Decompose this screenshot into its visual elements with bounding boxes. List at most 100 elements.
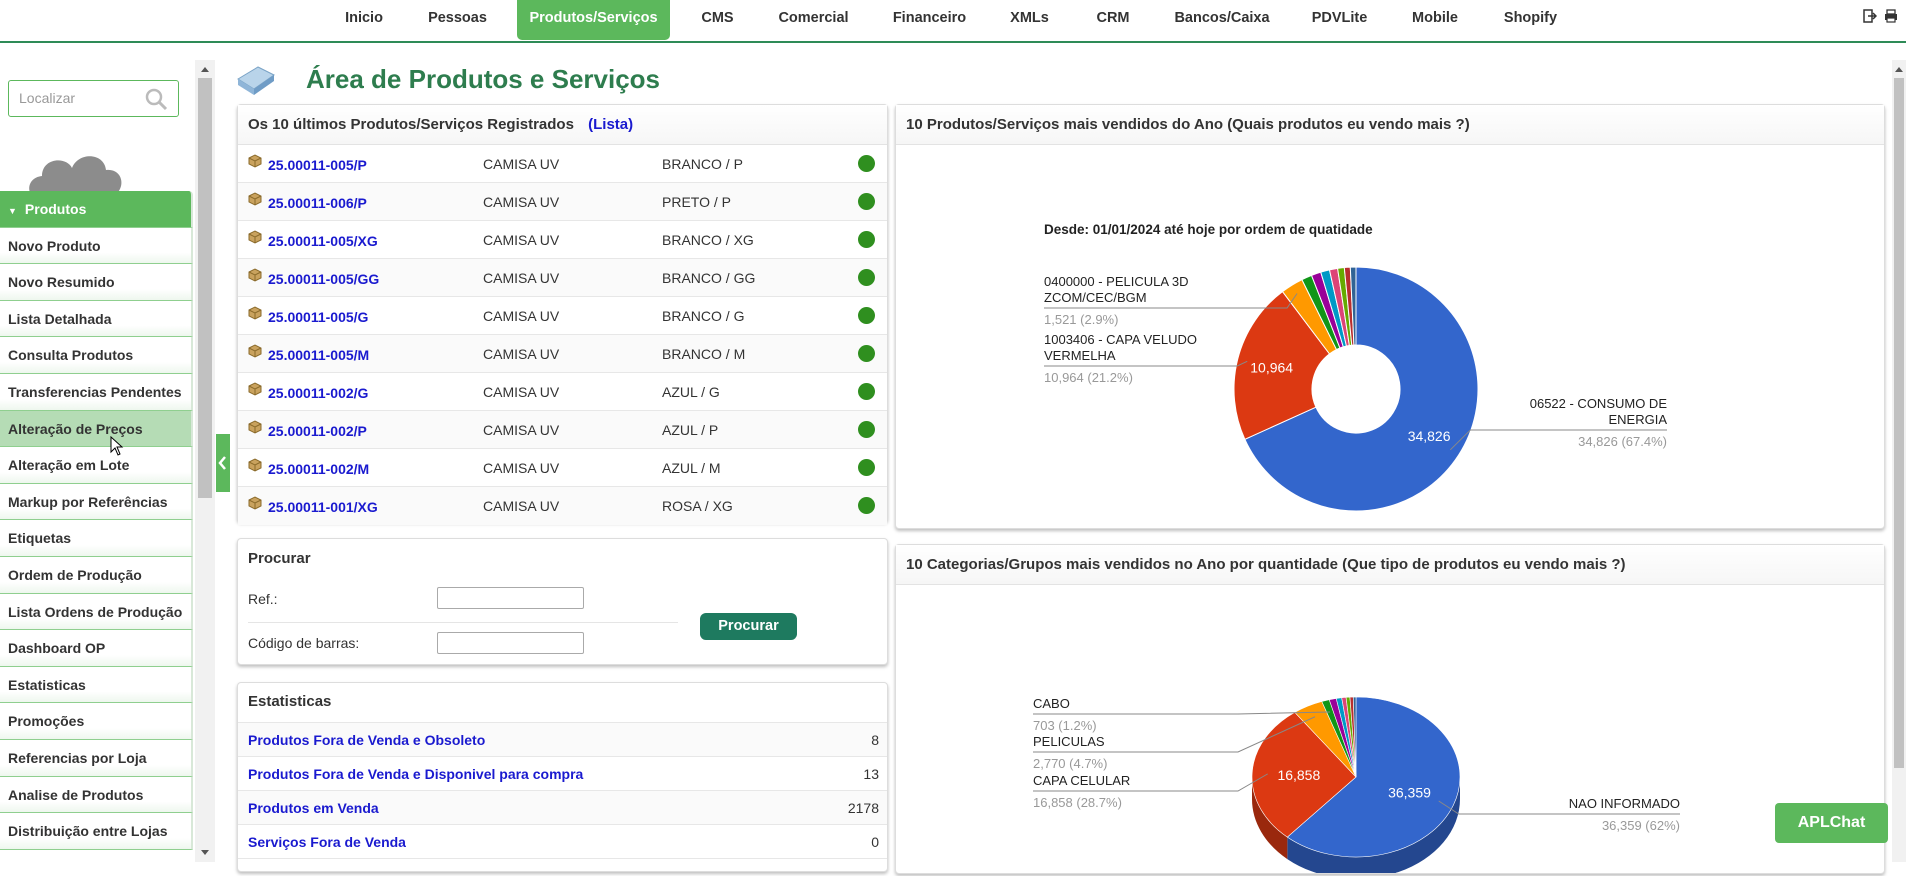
slice-name-label: PELICULAS — [1033, 734, 1105, 749]
product-ref-link[interactable]: 25.00011-002/M — [268, 461, 369, 477]
sidebar-item-referencias-loja[interactable]: Referencias por Loja — [0, 739, 193, 777]
sidebar-item-distribuicao-lojas[interactable]: Distribuição entre Lojas — [0, 813, 193, 850]
product-box-icon — [248, 344, 262, 361]
status-dot-icon — [858, 155, 875, 172]
stat-row[interactable]: Produtos Fora de Venda e Disponivel para… — [238, 757, 887, 791]
table-row[interactable]: 25.00011-002/M CAMISA UV AZUL / M — [238, 449, 887, 487]
sidebar-item-dashboard-op[interactable]: Dashboard OP — [0, 630, 193, 667]
stat-row[interactable]: Produtos em Venda 2178 — [238, 791, 887, 825]
table-row[interactable]: 25.00011-005/GG CAMISA UV BRANCO / GG — [238, 259, 887, 297]
page-scrollbar[interactable] — [1892, 60, 1906, 862]
product-ref-link[interactable]: 25.00011-005/M — [268, 347, 369, 363]
barcode-input[interactable] — [437, 632, 584, 654]
product-variant: AZUL / P — [662, 422, 719, 438]
menu-header-label: Produtos — [24, 201, 87, 217]
sidebar-item-alteracao-precos[interactable]: Alteração de Preços — [0, 410, 193, 448]
sidebar-item-markup-referencias[interactable]: Markup por Referências — [0, 483, 193, 521]
table-row[interactable]: 25.00011-001/XG CAMISA UV ROSA / XG — [238, 487, 887, 525]
lista-link[interactable]: Lista — [593, 116, 628, 133]
slice-value-label: 36,359 — [1388, 785, 1431, 801]
nav-cms[interactable]: CMS — [690, 0, 745, 40]
product-description: CAMISA UV — [483, 498, 560, 514]
sidebar-item-novo-produto[interactable]: Novo Produto — [0, 227, 193, 265]
sidebar-collapse-toggle[interactable] — [216, 434, 230, 492]
slice-detail-label: 703 (1.2%) — [1033, 718, 1097, 733]
search-input[interactable]: Localizar — [8, 80, 179, 117]
product-variant: BRANCO / XG — [662, 232, 754, 248]
stat-row[interactable]: Produtos Fora de Venda e Obsoleto 8 — [238, 723, 887, 757]
sidebar-item-consulta-produtos[interactable]: Consulta Produtos — [0, 337, 193, 374]
nav-financeiro[interactable]: Financeiro — [882, 0, 977, 40]
table-row[interactable]: 25.00011-006/P CAMISA UV PRETO / P — [238, 183, 887, 221]
nav-pdvlite[interactable]: PDVLite — [1302, 0, 1377, 40]
sidebar-item-lista-detalhada[interactable]: Lista Detalhada — [0, 300, 193, 338]
sidebar-item-etiquetas[interactable]: Etiquetas — [0, 520, 193, 557]
product-box-icon — [248, 458, 262, 475]
top-products-chart-panel: 10 Produtos/Serviços mais vendidos do An… — [895, 104, 1885, 529]
stat-row[interactable]: Serviços Fora de Venda 0 — [238, 825, 887, 859]
slice-detail-label: 1,521 (2.9%) — [1044, 312, 1118, 327]
product-variant: BRANCO / GG — [662, 270, 756, 286]
print-icon[interactable] — [1884, 9, 1898, 26]
product-box-icon — [248, 192, 262, 209]
nav-shopify[interactable]: Shopify — [1494, 0, 1567, 40]
stat-label-link[interactable]: Produtos em Venda — [248, 800, 379, 816]
logout-icon[interactable] — [1863, 9, 1878, 26]
nav-comercial[interactable]: Comercial — [770, 0, 857, 40]
sidebar-item-promocoes[interactable]: Promoções — [0, 703, 193, 740]
table-row[interactable]: 25.00011-005/M CAMISA UV BRANCO / M — [238, 335, 887, 373]
sidebar-item-lista-ordens-producao[interactable]: Lista Ordens de Produção — [0, 593, 193, 631]
table-row[interactable]: 25.00011-005/XG CAMISA UV BRANCO / XG — [238, 221, 887, 259]
sidebar-item-estatisticas[interactable]: Estatisticas — [0, 666, 193, 704]
nav-inicio[interactable]: Inicio — [334, 0, 394, 40]
nav-pessoas[interactable]: Pessoas — [420, 0, 495, 40]
product-ref-link[interactable]: 25.00011-005/GG — [268, 271, 379, 287]
nav-crm[interactable]: CRM — [1083, 0, 1143, 40]
status-dot-icon — [858, 421, 875, 438]
product-ref-link[interactable]: 25.00011-005/G — [268, 309, 368, 325]
form-divider — [248, 622, 678, 623]
sidebar-scrollbar[interactable] — [195, 60, 215, 862]
slice-name-label: ZCOM/CEC/BGM — [1044, 290, 1147, 305]
nav-produtos-servicos[interactable]: Produtos/Serviços — [517, 0, 670, 40]
stat-label-link[interactable]: Serviços Fora de Venda — [248, 834, 406, 850]
nav-xmls[interactable]: XMLs — [1002, 0, 1057, 40]
table-row[interactable]: 25.00011-005/P CAMISA UV BRANCO / P — [238, 145, 887, 183]
product-ref-link[interactable]: 25.00011-006/P — [268, 195, 367, 211]
product-ref-link[interactable]: 25.00011-005/XG — [268, 233, 378, 249]
procurar-button[interactable]: Procurar — [700, 613, 797, 640]
slice-detail-label: 2,770 (4.7%) — [1033, 756, 1107, 771]
product-description: CAMISA UV — [483, 422, 560, 438]
sidebar-item-alteracao-lote[interactable]: Alteração em Lote — [0, 447, 193, 484]
slice-name-label: CABO — [1033, 696, 1070, 711]
product-variant: ROSA / XG — [662, 498, 733, 514]
product-ref-link[interactable]: 25.00011-001/XG — [268, 499, 378, 515]
products-area-icon — [236, 63, 276, 100]
slice-detail-label: 10,964 (21.2%) — [1044, 370, 1133, 385]
product-ref-link[interactable]: 25.00011-005/P — [268, 157, 367, 173]
sidebar-menu: ▼ Produtos Novo Produto Novo Resumido Lis… — [0, 191, 193, 850]
sidebar-item-ordem-producao[interactable]: Ordem de Produção — [0, 556, 193, 594]
stat-label-link[interactable]: Produtos Fora de Venda e Obsoleto — [248, 732, 485, 748]
table-row[interactable]: 25.00011-005/G CAMISA UV BRANCO / G — [238, 297, 887, 335]
product-box-icon — [248, 230, 262, 247]
stat-label-link[interactable]: Produtos Fora de Venda e Disponivel para… — [248, 766, 583, 782]
nav-mobile[interactable]: Mobile — [1402, 0, 1468, 40]
product-variant: AZUL / M — [662, 460, 721, 476]
ref-input[interactable] — [437, 587, 584, 609]
product-description: CAMISA UV — [483, 460, 560, 476]
nav-bancos-caixa[interactable]: Bancos/Caixa — [1167, 0, 1277, 40]
aplchat-button[interactable]: APLChat — [1775, 803, 1888, 843]
search-icon[interactable] — [144, 87, 168, 114]
status-dot-icon — [858, 307, 875, 324]
table-row[interactable]: 25.00011-002/P CAMISA UV AZUL / P — [238, 411, 887, 449]
sidebar-item-novo-resumido[interactable]: Novo Resumido — [0, 264, 193, 301]
sidebar-item-transferencias-pendentes[interactable]: Transferencias Pendentes — [0, 373, 193, 411]
product-ref-link[interactable]: 25.00011-002/P — [268, 423, 367, 439]
sidebar-menu-header-produtos[interactable]: ▼ Produtos — [0, 191, 193, 228]
product-ref-link[interactable]: 25.00011-002/G — [268, 385, 368, 401]
table-row[interactable]: 25.00011-002/G CAMISA UV AZUL / G — [238, 373, 887, 411]
product-description: CAMISA UV — [483, 156, 560, 172]
slice-name-label: 06522 - CONSUMO DE — [1530, 396, 1668, 411]
sidebar-item-analise-produtos[interactable]: Analise de Produtos — [0, 776, 193, 814]
